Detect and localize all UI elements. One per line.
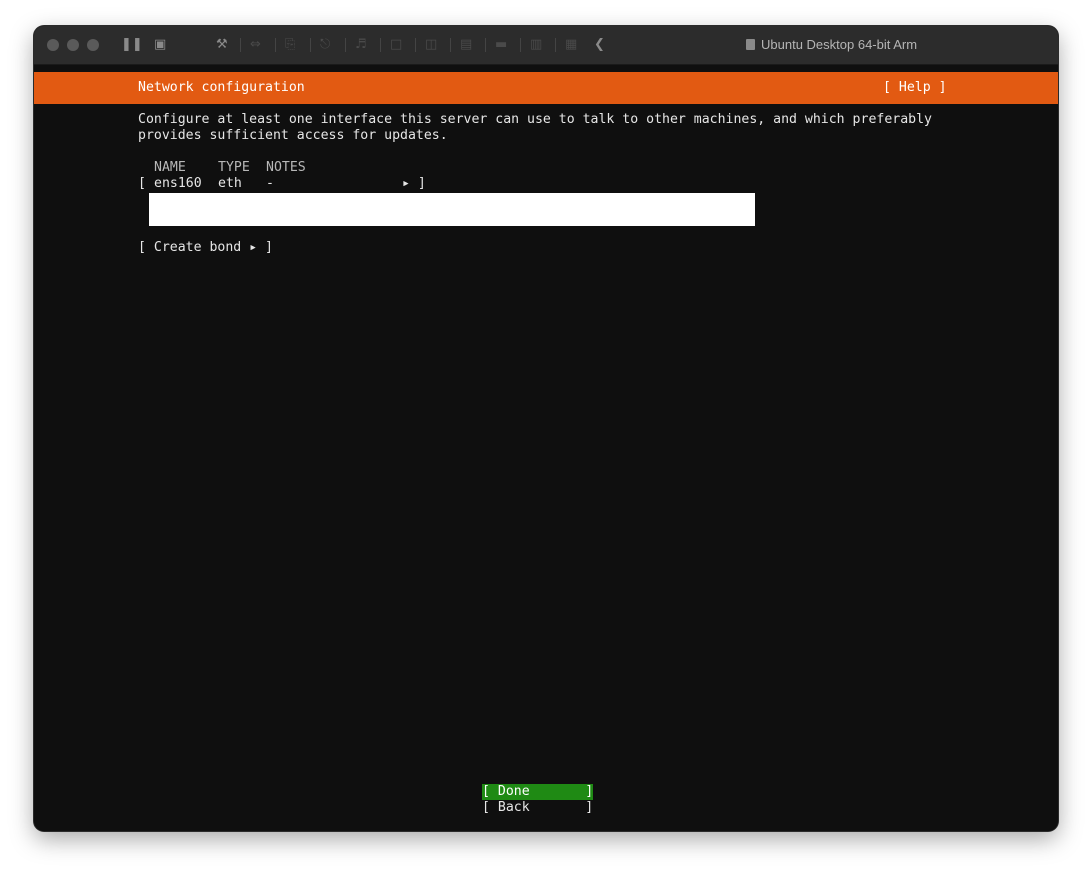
installer-screen: Network configuration [ Help ] Configure… xyxy=(34,72,1058,831)
interface-type: eth xyxy=(218,176,242,191)
close-button[interactable] xyxy=(47,39,59,51)
row-bracket-open: [ xyxy=(138,176,146,191)
description-line-1: Configure at least one interface this se… xyxy=(138,112,932,127)
minimize-button[interactable] xyxy=(67,39,79,51)
interface-details-box xyxy=(149,193,755,226)
usb-icon[interactable]: ⎋ xyxy=(320,36,330,54)
column-header-notes: NOTES xyxy=(266,160,306,175)
toolbar-separator xyxy=(520,38,521,52)
description-line-2: provides sufficient access for updates. xyxy=(138,128,448,143)
cable-icon[interactable]: ▬ xyxy=(495,36,507,54)
back-button[interactable]: [ Back ] xyxy=(482,800,593,816)
pause-icon[interactable]: ❚❚ xyxy=(121,36,143,54)
column-header-type: TYPE xyxy=(218,160,250,175)
toolbar-separator xyxy=(555,38,556,52)
done-button[interactable]: [ Done ] xyxy=(482,784,594,800)
vm-window: ❚❚ ▣ ⚒ ⇔ ⎘ ⎋ ♬ □ ◫ ▤ ▬ ▥ ▦ ❮ Ubuntu Desk… xyxy=(34,26,1058,831)
window-title-text: Ubuntu Desktop 64-bit Arm xyxy=(761,37,918,52)
toolbar-separator xyxy=(485,38,486,52)
network-icon[interactable]: ⇔ xyxy=(250,36,261,54)
zoom-button[interactable] xyxy=(87,39,99,51)
snapshot-icon[interactable]: ▣ xyxy=(154,36,166,54)
help-button[interactable]: [ Help ] xyxy=(883,80,947,96)
toolbar-separator xyxy=(345,38,346,52)
interface-notes: - xyxy=(266,176,274,191)
toolbar-separator xyxy=(240,38,241,52)
toolbar-separator xyxy=(310,38,311,52)
camera-icon[interactable]: □ xyxy=(390,36,402,54)
back-icon[interactable]: ❮ xyxy=(594,36,605,54)
window-titlebar: ❚❚ ▣ ⚒ ⇔ ⎘ ⎋ ♬ □ ◫ ▤ ▬ ▥ ▦ ❮ Ubuntu Desk… xyxy=(34,26,1058,65)
printer-icon[interactable]: ⎘ xyxy=(285,36,295,54)
page-title: Network configuration xyxy=(138,80,305,95)
window-title: Ubuntu Desktop 64-bit Arm xyxy=(746,36,917,54)
fullscreen-icon[interactable]: ▥ xyxy=(530,36,542,54)
drive-icon[interactable]: ▤ xyxy=(460,36,472,54)
interface-name: ens160 xyxy=(154,176,202,191)
toolbar-separator xyxy=(380,38,381,52)
share-icon[interactable]: ▦ xyxy=(565,36,577,54)
toolbar-separator xyxy=(415,38,416,52)
wrench-icon[interactable]: ⚒ xyxy=(216,36,228,54)
interface-menu-arrow[interactable]: ▸ ] xyxy=(402,176,426,192)
create-bond-button[interactable]: [ Create bond ▸ ] xyxy=(138,240,273,256)
column-header-name: NAME xyxy=(154,160,186,175)
toolbar-separator xyxy=(275,38,276,52)
toolbar-separator xyxy=(450,38,451,52)
audio-icon[interactable]: ♬ xyxy=(355,36,367,54)
disk-icon[interactable]: ◫ xyxy=(425,36,437,54)
document-icon xyxy=(746,39,755,50)
